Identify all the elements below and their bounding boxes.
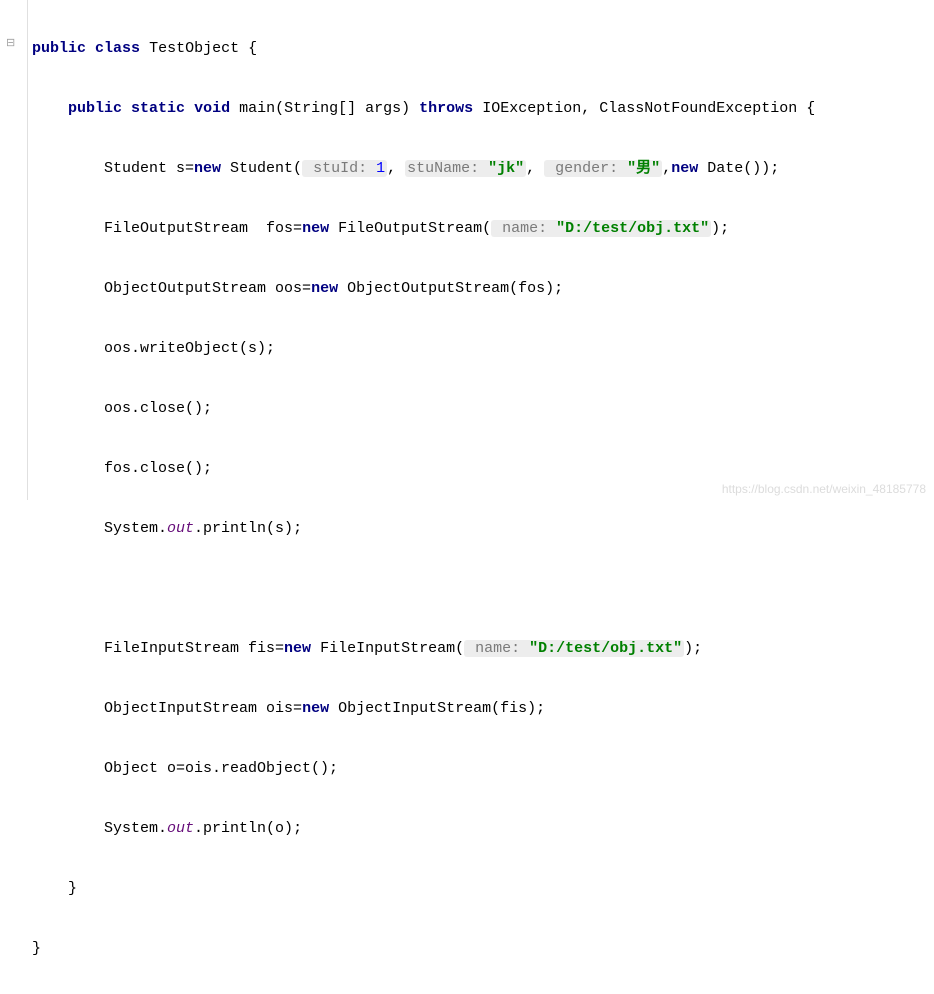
code-line: fos.close(); <box>32 454 815 484</box>
static-field-out: out <box>167 520 194 537</box>
code-line: ObjectInputStream ois=new ObjectInputStr… <box>32 694 815 724</box>
code-line: oos.writeObject(s); <box>32 334 815 364</box>
code-line: } <box>32 934 815 964</box>
method-name: main <box>239 100 275 117</box>
code-line: oos.close(); <box>32 394 815 424</box>
watermark-text: https://blog.csdn.net/weixin_48185778 <box>722 482 926 496</box>
code-line: public static void main(String[] args) t… <box>32 94 815 124</box>
fold-handle-icon[interactable]: ⊟ <box>6 36 20 50</box>
static-field-out: out <box>167 820 194 837</box>
code-line: FileOutputStream fos=new FileOutputStrea… <box>32 214 815 244</box>
brace: { <box>239 40 257 57</box>
class-name: TestObject <box>149 40 239 57</box>
code-line: FileInputStream fis=new FileInputStream(… <box>32 634 815 664</box>
param-hint: name: <box>466 640 529 657</box>
code-line: Student s=new Student( stuId: 1, stuName… <box>32 154 815 184</box>
param-hint: stuName: <box>407 160 488 177</box>
code-line: ObjectOutputStream oos=new ObjectOutputS… <box>32 274 815 304</box>
editor-gutter: ⊟ <box>0 0 28 500</box>
keyword-public: public <box>32 40 86 57</box>
code-line: } <box>32 874 815 904</box>
code-line <box>32 574 815 604</box>
param-hint: gender: <box>546 160 627 177</box>
code-line: System.out.println(s); <box>32 514 815 544</box>
code-area: public class TestObject { public static … <box>32 4 823 994</box>
param-hint: stuId: <box>304 160 376 177</box>
param-hint: name: <box>493 220 556 237</box>
code-line: System.out.println(o); <box>32 814 815 844</box>
code-line: Object o=ois.readObject(); <box>32 754 815 784</box>
code-line: public class TestObject { <box>32 34 815 64</box>
keyword-class: class <box>95 40 140 57</box>
